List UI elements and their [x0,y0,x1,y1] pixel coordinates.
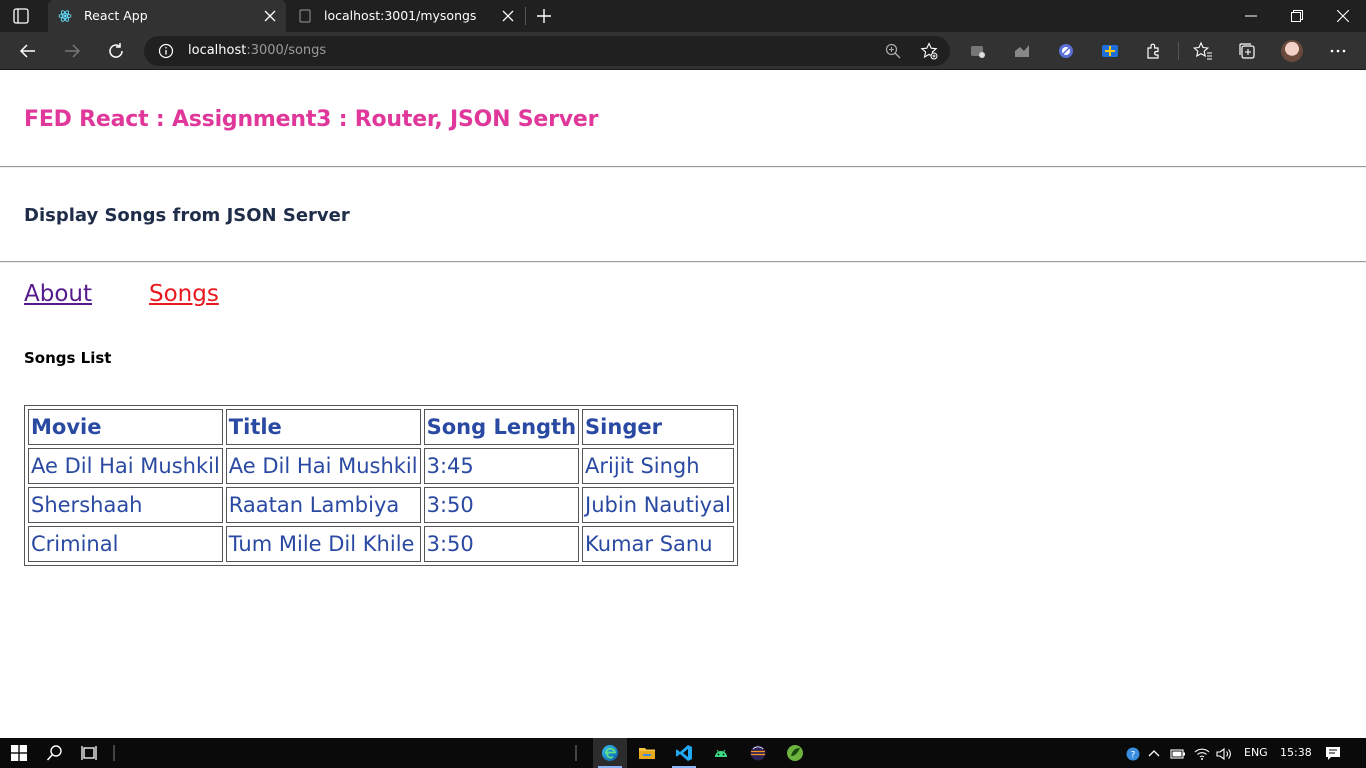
close-tab-icon[interactable] [502,10,514,22]
svg-text:?: ? [1131,751,1136,761]
address-bar[interactable]: localhost:3000/songs [144,36,950,66]
songs-table: Movie Title Song Length Singer Ae Dil Ha… [24,405,738,566]
url-host: localhost [188,43,247,58]
collections-icon[interactable] [1237,41,1257,61]
task-view-icon[interactable] [81,744,99,762]
input-language[interactable]: ENG [1244,746,1268,759]
column-header-movie: Movie [28,409,223,445]
tab-actions-icon[interactable] [12,7,30,25]
new-tab-icon[interactable] [536,8,552,24]
tab-title: React App [84,8,148,23]
search-icon[interactable] [46,744,64,762]
extension-icon-4[interactable] [1100,41,1120,61]
chevron-up-icon[interactable] [1147,746,1161,760]
cell-song-length: 3:50 [423,487,580,523]
table-header-row: Movie Title Song Length Singer [28,409,734,445]
tab-strip: React App localhost:3001/mysongs [0,0,1366,32]
table-row: Shershaah Raatan Lambiya 3:50 Jubin Naut… [28,487,734,523]
close-window-button[interactable] [1320,0,1366,32]
back-icon[interactable] [18,41,38,61]
divider [0,261,1366,263]
battery-icon[interactable] [1170,746,1186,760]
cell-title: Raatan Lambiya [225,487,421,523]
minimize-button[interactable] [1228,0,1274,32]
tab-separator [525,7,526,25]
table-row: Criminal Tum Mile Dil Khile 3:50 Kumar S… [28,526,734,562]
cell-title: Tum Mile Dil Khile [225,526,421,562]
page-viewport: FED React : Assignment3 : Router, JSON S… [0,71,1366,738]
spring-tool-suite-icon[interactable] [786,744,804,762]
divider [0,166,1366,168]
cell-song-length: 3:45 [423,448,580,484]
restore-button[interactable] [1274,0,1320,32]
volume-icon[interactable] [1216,746,1234,761]
cell-singer: Jubin Nautiyal [582,487,734,523]
cell-title: Ae Dil Hai Mushkil [225,448,421,484]
zoom-icon[interactable] [884,42,902,60]
extension-icon-2[interactable] [1012,41,1032,61]
tab-mysongs[interactable]: localhost:3001/mysongs [288,0,524,32]
help-icon[interactable]: ? [1126,746,1140,761]
column-header-singer: Singer [582,409,734,445]
cell-song-length: 3:50 [423,526,580,562]
windows-start-icon[interactable] [10,744,28,762]
taskbar: ? ENG 15:38 [0,738,1366,768]
table-row: Ae Dil Hai Mushkil Ae Dil Hai Mushkil 3:… [28,448,734,484]
wifi-icon[interactable] [1194,746,1210,760]
url-text[interactable]: localhost:3000/songs [188,43,326,58]
url-path: :3000/songs [246,43,327,58]
profile-avatar[interactable] [1281,40,1303,62]
forward-icon[interactable] [62,41,82,61]
more-menu-icon[interactable] [1328,41,1348,61]
favorites-icon[interactable] [1192,41,1213,61]
cell-singer: Kumar Sanu [582,526,734,562]
file-explorer-icon[interactable] [638,744,656,762]
app-title: FED React : Assignment3 : Router, JSON S… [24,107,599,132]
taskbar-separator [575,745,577,761]
nav-link-about[interactable]: About [24,281,92,307]
nav-link-songs[interactable]: Songs [149,281,219,307]
vscode-icon[interactable] [675,744,693,762]
column-header-song-length: Song Length [423,409,580,445]
eclipse-icon[interactable] [749,744,767,762]
add-favorite-icon[interactable] [920,42,938,60]
refresh-icon[interactable] [106,41,126,61]
page-icon [298,9,312,23]
android-studio-icon[interactable] [712,744,730,762]
songs-list-heading: Songs List [24,349,112,367]
browser-toolbar: localhost:3000/songs [0,32,1366,70]
cell-movie: Shershaah [28,487,223,523]
cell-movie: Criminal [28,526,223,562]
notifications-icon[interactable] [1325,745,1341,761]
cell-singer: Arijit Singh [582,448,734,484]
react-logo-icon [58,9,72,23]
edge-browser-icon[interactable] [601,744,619,762]
clock[interactable]: 15:38 [1280,746,1312,759]
extension-icon-1[interactable] [968,41,988,61]
toolbar-separator [1178,42,1179,60]
page-subtitle: Display Songs from JSON Server [24,205,350,226]
site-info-icon[interactable] [158,43,174,59]
extension-icon-3[interactable] [1056,41,1076,61]
extensions-puzzle-icon[interactable] [1144,41,1164,61]
close-tab-icon[interactable] [264,10,276,22]
column-header-title: Title [225,409,421,445]
cell-movie: Ae Dil Hai Mushkil [28,448,223,484]
tab-react-app[interactable]: React App [48,0,286,32]
tab-title: localhost:3001/mysongs [324,8,477,23]
taskbar-separator [113,745,115,761]
